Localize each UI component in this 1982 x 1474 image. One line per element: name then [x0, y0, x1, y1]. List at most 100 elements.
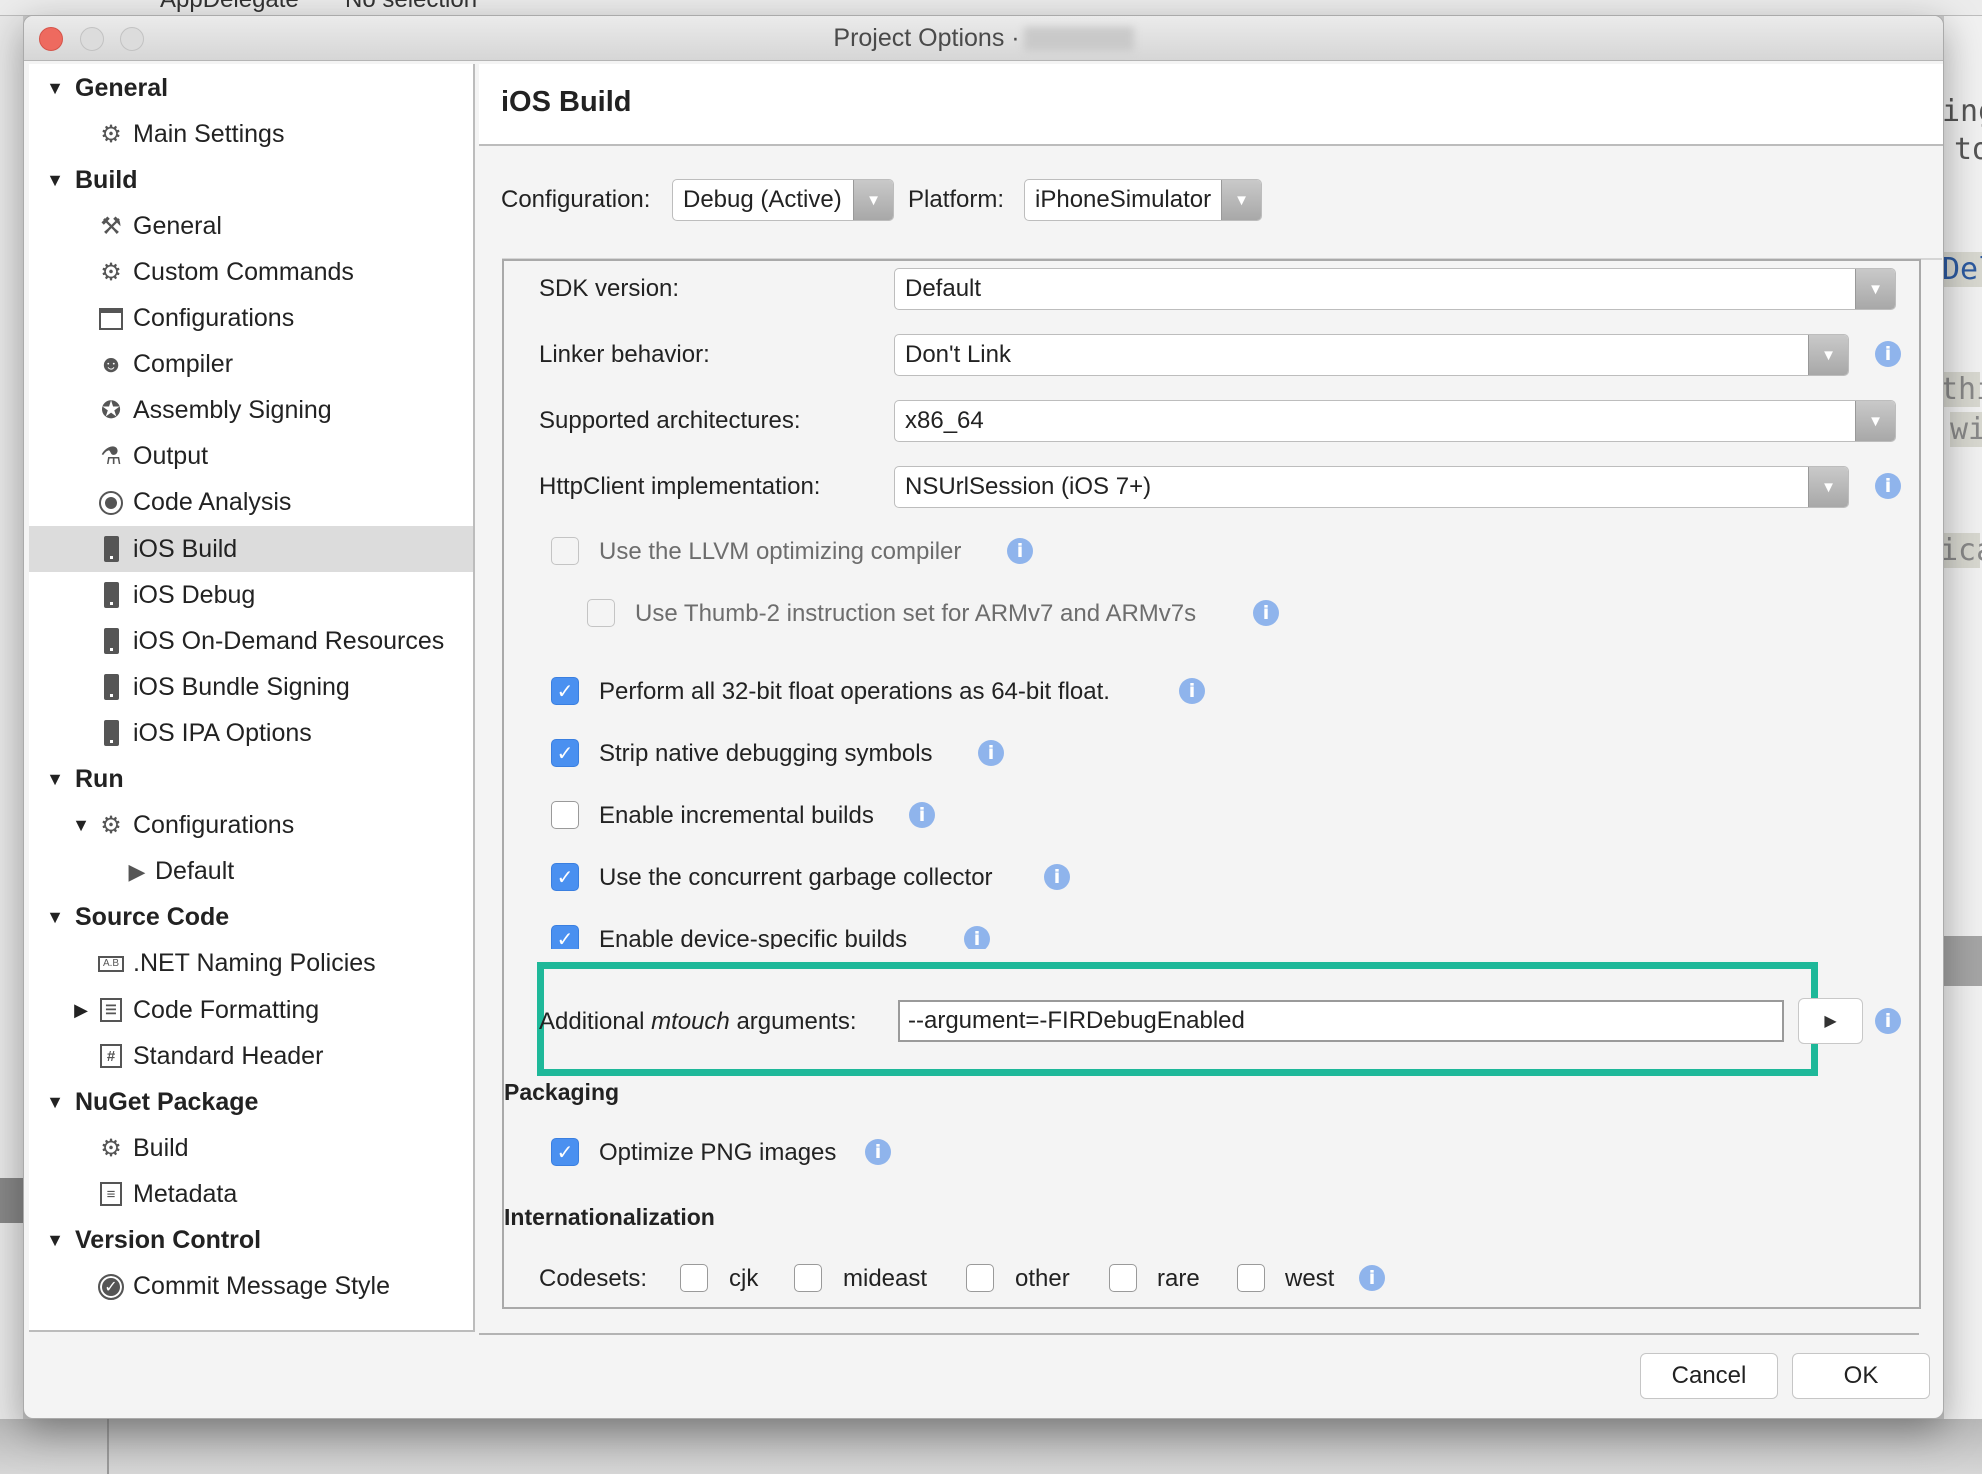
concurrent-gc-checkbox[interactable]: ✓	[551, 863, 579, 891]
sidebar-item-compiler[interactable]: ☻ Compiler	[29, 342, 473, 388]
info-icon[interactable]: i	[1044, 864, 1070, 890]
supported-architectures-dropdown[interactable]: x86_64 ▼	[894, 400, 1896, 442]
incremental-builds-checkbox[interactable]	[551, 801, 579, 829]
sidebar-group-label: General	[75, 73, 169, 102]
gear-icon: ⚙	[100, 1134, 122, 1162]
codeset-cjk-checkbox[interactable]	[680, 1264, 708, 1292]
sidebar-item-default[interactable]: ▶ Default	[29, 849, 473, 895]
sidebar-item-label: Output	[133, 442, 209, 471]
info-icon[interactable]: i	[1253, 600, 1279, 626]
codeset-west-label: west	[1285, 1265, 1335, 1292]
mtouch-run-button[interactable]: ▶	[1798, 998, 1863, 1044]
info-icon[interactable]: i	[1007, 538, 1033, 564]
platform-dropdown[interactable]: iPhoneSimulator ▼	[1024, 179, 1262, 221]
flask-icon: ⚗	[100, 443, 122, 471]
sidebar-item-ios-bundle-signing[interactable]: iOS Bundle Signing	[29, 664, 473, 710]
sidebar-item-configurations[interactable]: ▼ ⚙ Configurations	[29, 803, 473, 849]
jumpbar-file: AppDelegate	[160, 0, 299, 14]
sidebar-item-label: Metadata	[133, 1179, 238, 1208]
sidebar-item-label: iOS Bundle Signing	[133, 672, 350, 701]
sidebar-item-configurations[interactable]: Configurations	[29, 296, 473, 342]
sidebar-item-net-naming-policies[interactable]: A.B .NET Naming Policies	[29, 941, 473, 987]
llvm-checkbox[interactable]	[551, 537, 579, 565]
info-icon[interactable]: i	[1875, 1008, 1901, 1034]
sidebar-item-code-analysis[interactable]: Code Analysis	[29, 480, 473, 526]
codesets-label: Codesets:	[539, 1265, 648, 1292]
disclosure-triangle-icon[interactable]: ▼	[45, 907, 65, 928]
disclosure-triangle-icon[interactable]: ▼	[45, 769, 65, 790]
sidebar-group-run[interactable]: ▼ Run	[29, 757, 473, 803]
sidebar-item-main-settings[interactable]: ⚙ Main Settings	[29, 111, 473, 157]
httpclient-dropdown[interactable]: NSUrlSession (iOS 7+) ▼	[894, 466, 1849, 508]
sidebar-item-ios-on-demand-resources[interactable]: iOS On-Demand Resources	[29, 618, 473, 664]
sidebar-group-label: NuGet Package	[75, 1087, 259, 1116]
radio-icon	[97, 489, 125, 517]
sidebar-group-build[interactable]: ▼ Build	[29, 157, 473, 203]
configuration-value: Debug (Active)	[683, 186, 842, 213]
info-icon[interactable]: i	[964, 926, 990, 949]
device-specific-checkbox[interactable]: ✓	[551, 925, 579, 949]
sidebar-group-nuget-package[interactable]: ▼ NuGet Package	[29, 1079, 473, 1125]
incremental-builds-label: Enable incremental builds	[599, 802, 874, 829]
sidebar-item-label: Configurations	[133, 811, 295, 840]
info-icon[interactable]: i	[978, 740, 1004, 766]
disclosure-triangle-icon[interactable]: ▼	[45, 1230, 65, 1251]
disclosure-triangle-icon[interactable]: ▼	[45, 78, 65, 99]
sidebar-item-code-formatting[interactable]: ▶ ☰ Code Formatting	[29, 987, 473, 1033]
disclosure-triangle-icon[interactable]: ▼	[71, 815, 91, 836]
disclosure-triangle-icon[interactable]: ▶	[71, 1000, 91, 1021]
background-scroll-marker	[0, 1178, 23, 1223]
info-icon[interactable]: i	[909, 802, 935, 828]
check-circle-icon: ✓	[97, 1273, 125, 1301]
sidebar-item-label: Code Analysis	[133, 488, 292, 517]
naming-icon: A.B	[97, 950, 125, 978]
codeset-mideast-checkbox[interactable]	[794, 1264, 822, 1292]
sidebar-item-general[interactable]: ⚒ General	[29, 203, 473, 249]
thumb2-label: Use Thumb-2 instruction set for ARMv7 an…	[635, 600, 1197, 627]
sidebar-item-standard-header[interactable]: # Standard Header	[29, 1033, 473, 1079]
configuration-dropdown[interactable]: Debug (Active) ▼	[672, 179, 894, 221]
info-icon[interactable]: i	[1359, 1265, 1385, 1291]
device-specific-label: Enable device-specific builds	[599, 926, 908, 949]
mtouch-arguments-input[interactable]: --argument=-FIRDebugEnabled	[898, 1000, 1784, 1042]
sidebar-item-assembly-signing[interactable]: ✪ Assembly Signing	[29, 388, 473, 434]
sidebar-item-ios-debug[interactable]: iOS Debug	[29, 572, 473, 618]
sidebar-item-output[interactable]: ⚗ Output	[29, 434, 473, 480]
ok-button[interactable]: OK	[1792, 1353, 1930, 1399]
sidebar-group-general[interactable]: ▼ General	[29, 65, 473, 111]
sidebar-item-ios-build[interactable]: iOS Build	[29, 526, 473, 572]
disclosure-triangle-icon[interactable]: ▼	[45, 170, 65, 191]
sidebar-item-commit-message-style[interactable]: ✓ Commit Message Style	[29, 1264, 473, 1310]
window-title: Project Options ·	[24, 24, 1943, 53]
concurrent-gc-label: Use the concurrent garbage collector	[599, 864, 993, 891]
sidebar-group-version-control[interactable]: ▼ Version Control	[29, 1218, 473, 1264]
codeset-other-checkbox[interactable]	[966, 1264, 994, 1292]
chevron-down-icon: ▼	[1808, 467, 1848, 507]
sidebar-item-label: Default	[155, 857, 235, 886]
linker-behavior-dropdown[interactable]: Don't Link ▼	[894, 334, 1849, 376]
info-icon[interactable]: i	[865, 1139, 891, 1165]
panel-header: iOS Build	[479, 64, 1943, 146]
info-icon[interactable]: i	[1875, 473, 1901, 499]
sidebar-item-metadata[interactable]: ≡ Metadata	[29, 1171, 473, 1217]
optimize-png-checkbox[interactable]: ✓	[551, 1138, 579, 1166]
float64-checkbox[interactable]: ✓	[551, 677, 579, 705]
codeset-west-checkbox[interactable]	[1237, 1264, 1265, 1292]
sidebar-item-build[interactable]: ⚙ Build	[29, 1125, 473, 1171]
strip-symbols-checkbox[interactable]: ✓	[551, 739, 579, 767]
sidebar-item-ios-ipa-options[interactable]: iOS IPA Options	[29, 710, 473, 756]
cancel-button[interactable]: Cancel	[1640, 1353, 1778, 1399]
sidebar-group-source-code[interactable]: ▼ Source Code	[29, 895, 473, 941]
sdk-version-dropdown[interactable]: Default ▼	[894, 268, 1896, 310]
disclosure-triangle-icon[interactable]: ▼	[45, 1092, 65, 1113]
info-icon[interactable]: i	[1875, 341, 1901, 367]
sidebar-group-label: Version Control	[75, 1226, 262, 1254]
codeset-rare-checkbox[interactable]	[1109, 1264, 1137, 1292]
background-ide-bottom	[0, 1419, 1982, 1474]
linker-behavior-value: Don't Link	[905, 341, 1011, 368]
sidebar-group-label: Build	[75, 165, 138, 194]
thumb2-checkbox[interactable]	[587, 599, 615, 627]
sidebar-item-custom-commands[interactable]: ⚙ Custom Commands	[29, 249, 473, 295]
info-icon[interactable]: i	[1179, 678, 1205, 704]
configuration-label: Configuration:	[501, 186, 651, 213]
